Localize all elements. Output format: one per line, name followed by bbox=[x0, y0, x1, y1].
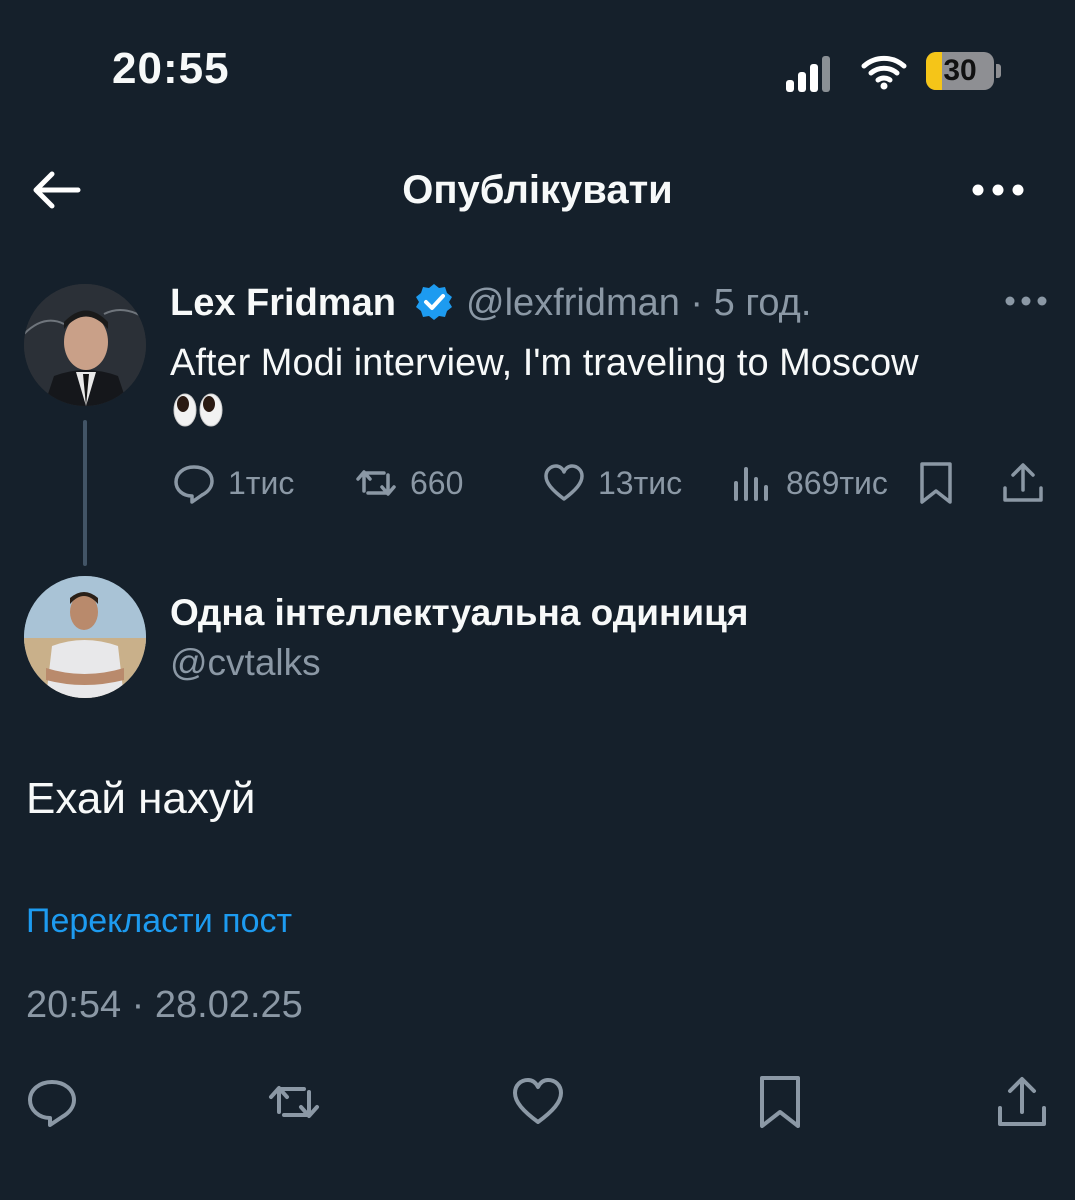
reply-action-icon[interactable] bbox=[24, 1074, 80, 1130]
reply-author-name[interactable]: Одна інтеллектуальна одиниця bbox=[170, 592, 748, 634]
tweet-author-handle: @lexfridman · 5 год. bbox=[466, 282, 812, 324]
cellular-signal-icon bbox=[786, 52, 842, 92]
like-action-icon[interactable] bbox=[510, 1074, 566, 1130]
tweet-more-icon[interactable] bbox=[1004, 294, 1048, 308]
bookmark-icon[interactable] bbox=[914, 460, 958, 506]
reply-author-handle[interactable]: @cvtalks bbox=[170, 642, 321, 684]
views-button[interactable]: 869тис bbox=[730, 460, 888, 506]
reply-text: Ехай нахуй bbox=[26, 774, 256, 823]
bookmark-action-icon[interactable] bbox=[752, 1074, 808, 1130]
like-count: 13тис bbox=[598, 464, 683, 501]
status-time: 20:55 bbox=[112, 44, 230, 93]
more-options-icon[interactable] bbox=[970, 180, 1026, 200]
reply-button[interactable]: 1тис bbox=[172, 460, 294, 506]
heart-icon bbox=[544, 464, 584, 501]
verified-badge-icon bbox=[416, 284, 452, 320]
share-action-icon[interactable] bbox=[994, 1074, 1050, 1130]
wifi-icon bbox=[861, 55, 907, 90]
page-title: Опублікувати bbox=[402, 168, 673, 212]
avatar-lex-fridman[interactable] bbox=[24, 284, 146, 406]
repost-icon bbox=[356, 470, 396, 496]
repost-button[interactable]: 660 bbox=[354, 460, 463, 506]
reply-icon bbox=[174, 465, 214, 504]
translate-post-link[interactable]: Перекласти пост bbox=[26, 902, 292, 941]
repost-count: 660 bbox=[410, 464, 464, 501]
battery-icon: 30 bbox=[926, 52, 994, 90]
battery-level: 30 bbox=[943, 54, 977, 87]
thread-connector bbox=[83, 420, 87, 566]
views-chart-icon bbox=[734, 467, 768, 501]
reply-count: 1тис bbox=[228, 464, 295, 501]
tweet-author-name[interactable]: Lex Fridman bbox=[170, 282, 396, 325]
share-icon[interactable] bbox=[1000, 460, 1046, 506]
eyes-emoji-icon bbox=[173, 393, 223, 427]
like-button[interactable]: 13тис bbox=[542, 460, 682, 506]
repost-action-icon[interactable] bbox=[266, 1074, 322, 1130]
tweet-text: After Modi interview, I'm traveling to M… bbox=[170, 342, 919, 384]
avatar-cvtalks[interactable] bbox=[24, 576, 146, 698]
views-count: 869тис bbox=[786, 464, 888, 501]
reply-timestamp: 20:54 · 28.02.25 bbox=[26, 984, 303, 1026]
battery-cap bbox=[996, 64, 1001, 78]
